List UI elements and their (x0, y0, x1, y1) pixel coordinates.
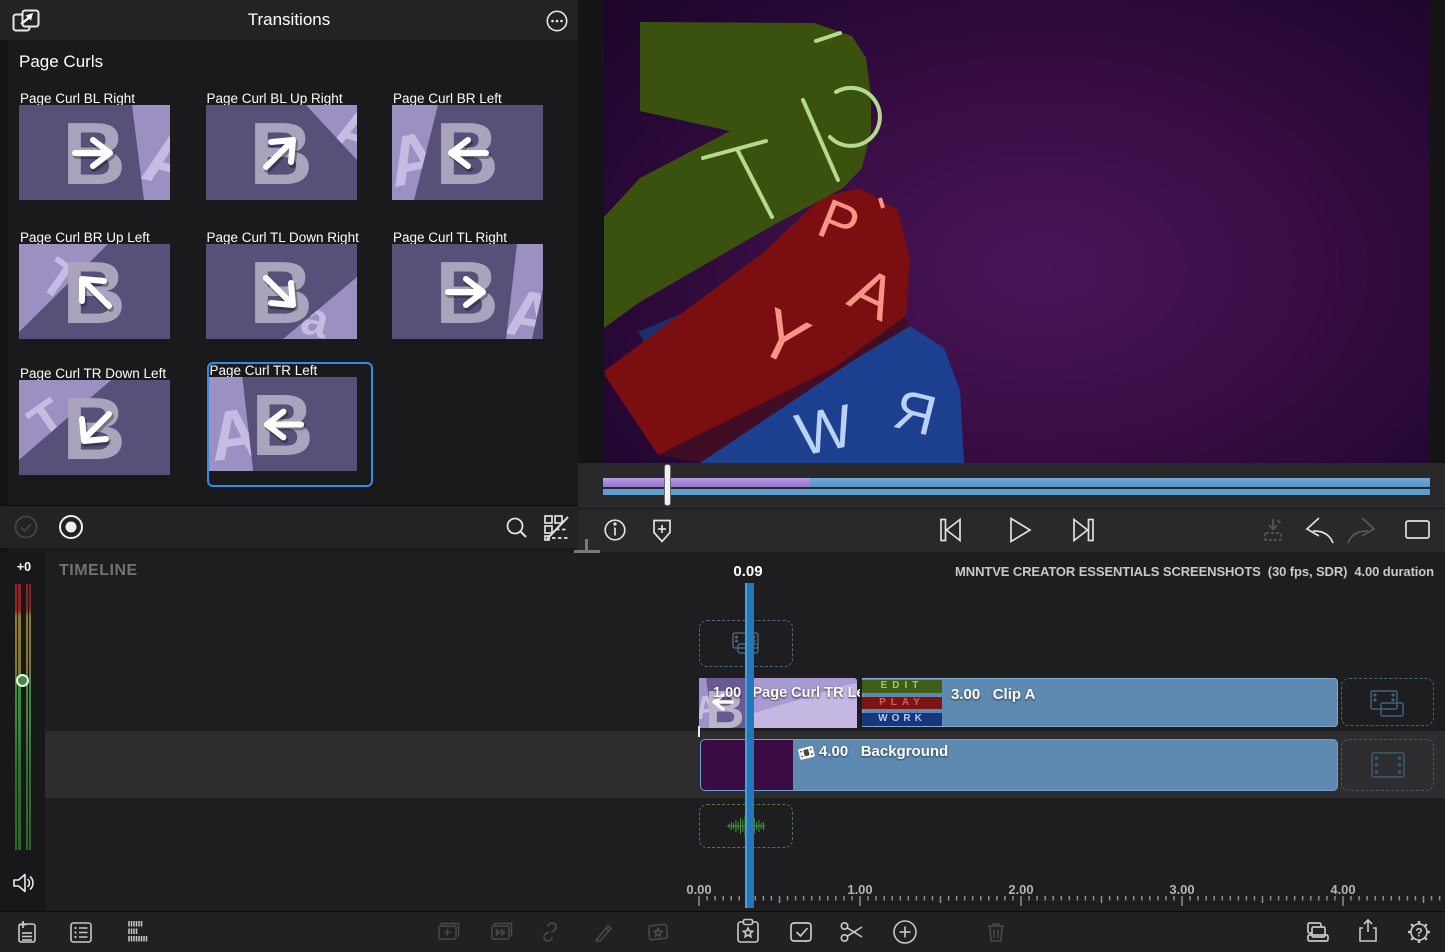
svg-text:?: ? (1415, 925, 1422, 939)
